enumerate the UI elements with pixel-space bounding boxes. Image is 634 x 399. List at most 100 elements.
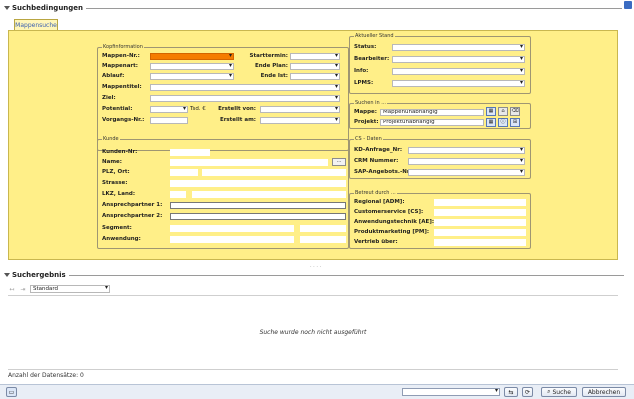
group-title: Aktueller Stand xyxy=(354,32,395,40)
bearbeiter-select[interactable] xyxy=(392,56,525,63)
ablauf-label: Ablauf: xyxy=(102,73,125,79)
vertrieb-input[interactable] xyxy=(434,239,526,246)
save-search-icon[interactable]: ⇆ xyxy=(504,387,518,397)
view-select[interactable]: Standard xyxy=(30,285,110,293)
group-aktueller-stand: Aktueller Stand Status: Bearbeiter: Info… xyxy=(349,32,531,94)
window-mode-icon[interactable]: ▭ xyxy=(6,387,17,397)
search-button[interactable]: ⌕ Suche xyxy=(541,387,577,397)
clear-link-icon[interactable]: ⌫ xyxy=(510,107,520,116)
refresh-icon[interactable]: ⟳ xyxy=(522,387,533,397)
anwendung-code-input[interactable] xyxy=(300,236,346,243)
group-title: Kopfinformation xyxy=(102,43,144,51)
bearbeiter-label: Bearbeiter: xyxy=(354,56,390,62)
vorgangs-nr-input[interactable] xyxy=(150,117,188,124)
projekt-label: Projekt: xyxy=(354,119,379,125)
mappenart-label: Mappenart: xyxy=(102,63,138,69)
regional-label: Regional [ADM]: xyxy=(354,199,405,205)
starttermin-label: Starttermin: xyxy=(249,53,288,59)
group-title: Kunde xyxy=(102,135,120,143)
view-config-icon[interactable]: ⇥ xyxy=(19,286,27,293)
strasse-input[interactable] xyxy=(170,180,346,187)
plz-ort-label: PLZ, Ort: xyxy=(102,169,130,175)
search-window: Suchbedingungen Mappensuche Kopfinformat… xyxy=(0,0,634,399)
splitter-handle[interactable]: · · · · xyxy=(310,264,321,270)
sap-angebots-select[interactable] xyxy=(408,169,525,176)
info-icon[interactable]: ⓘ xyxy=(498,118,508,127)
collapse-triangle-icon[interactable] xyxy=(4,6,10,10)
crm-nummer-select[interactable] xyxy=(408,158,525,165)
produktmarketing-input[interactable] xyxy=(434,229,526,236)
ende-plan-label: Ende Plan: xyxy=(255,63,288,69)
regional-input[interactable] xyxy=(434,199,526,206)
search-criteria-panel: Kopfinformation Mappen-Nr.: Starttermin:… xyxy=(8,30,618,260)
ansprechpartner-1-input[interactable] xyxy=(170,202,346,209)
saved-search-select[interactable] xyxy=(402,388,500,396)
record-count: Anzahl der Datensätze: 0 xyxy=(8,372,84,379)
group-kopfinformation: Kopfinformation Mappen-Nr.: Starttermin:… xyxy=(97,43,349,151)
info-select[interactable] xyxy=(392,68,525,75)
kunden-nr-input[interactable] xyxy=(170,149,210,156)
search-result-header[interactable]: Suchergebnis xyxy=(4,271,624,279)
name-input[interactable] xyxy=(170,159,328,166)
ende-plan-field[interactable] xyxy=(290,63,340,70)
status-bar: ▭ ⇆ ⟳ ⌕ Suche Abbrechen xyxy=(0,384,634,399)
ansprechpartner-1-label: Ansprechpartner 1: xyxy=(102,202,163,208)
status-select[interactable] xyxy=(392,44,525,51)
starttermin-field[interactable] xyxy=(290,53,340,60)
kunden-nr-label: Kunden-Nr: xyxy=(102,149,138,155)
group-kunde: Kunde Kunden-Nr: Name: ... PLZ, Ort: Str… xyxy=(97,135,349,249)
potential-select[interactable] xyxy=(150,106,188,113)
view-back-icon[interactable]: ↤ xyxy=(8,286,16,293)
lkz-input[interactable] xyxy=(170,191,186,198)
mappe-input[interactable]: Mappenunabhängig xyxy=(380,109,484,116)
group-title: CS - Daten xyxy=(354,135,383,143)
name-label: Name: xyxy=(102,159,122,165)
customerservice-input[interactable] xyxy=(434,209,526,216)
anwendungstechnik-input[interactable] xyxy=(434,219,526,226)
group-suchen-in: Suchen in ... Mappe: Mappenunabhängig ▦ … xyxy=(349,99,531,129)
kd-anfrage-select[interactable] xyxy=(408,147,525,154)
search-conditions-header[interactable]: Suchbedingungen xyxy=(4,4,622,12)
customerservice-label: Customerservice [CS]: xyxy=(354,209,424,215)
plz-input[interactable] xyxy=(170,169,198,176)
projekt-input[interactable]: Projektunabhängig xyxy=(380,119,484,126)
empty-result-message: Suche wurde noch nicht ausgeführt xyxy=(259,329,367,336)
open-folder-icon[interactable]: ⌂ xyxy=(498,107,508,116)
ort-input[interactable] xyxy=(202,169,346,176)
segment-label: Segment: xyxy=(102,225,132,231)
collapse-triangle-icon[interactable] xyxy=(4,273,10,277)
header-divider xyxy=(86,7,622,9)
header-divider xyxy=(68,274,624,276)
mappentitel-label: Mappentitel: xyxy=(102,84,142,90)
anwendungstechnik-label: Anwendungstechnik [AE]: xyxy=(354,219,435,225)
ablauf-select[interactable] xyxy=(150,73,234,80)
vertrieb-label: Vertrieb über: xyxy=(354,239,398,245)
group-betreut-durch: Betreut durch ... Regional [ADM]: Custom… xyxy=(349,189,531,249)
land-input[interactable] xyxy=(192,191,346,198)
mappentitel-select[interactable] xyxy=(150,84,340,91)
status-label: Status: xyxy=(354,44,377,50)
cancel-button[interactable]: Abbrechen xyxy=(582,387,626,397)
erstellt-am-field[interactable] xyxy=(260,117,340,124)
sap-angebots-label: SAP-Angebots.-Nr: xyxy=(354,169,412,175)
erstellt-von-select[interactable] xyxy=(260,106,340,113)
lpms-select[interactable] xyxy=(392,80,525,87)
ziel-select[interactable] xyxy=(150,95,340,102)
lkz-land-label: LKZ, Land: xyxy=(102,191,136,197)
ende-ist-field[interactable] xyxy=(290,73,340,80)
mappen-nr-label: Mappen-Nr.: xyxy=(102,53,140,59)
strasse-label: Strasse: xyxy=(102,180,128,186)
mappe-label: Mappe: xyxy=(354,109,377,115)
ansprechpartner-2-input[interactable] xyxy=(170,213,346,220)
result-list: Suche wurde noch nicht ausgeführt xyxy=(8,295,618,370)
mappenart-select[interactable] xyxy=(150,63,234,70)
calendar-icon[interactable]: ▦ xyxy=(486,107,496,116)
segment-input[interactable] xyxy=(170,225,294,232)
window-corner-icon[interactable] xyxy=(624,1,632,9)
anwendung-input[interactable] xyxy=(170,236,294,243)
project-tree-icon[interactable]: ⊞ xyxy=(510,118,520,127)
segment-code-input[interactable] xyxy=(300,225,346,232)
calendar-icon[interactable]: ▦ xyxy=(486,118,496,127)
mappen-nr-select[interactable] xyxy=(150,53,234,60)
customer-lookup-button[interactable]: ... xyxy=(332,158,346,166)
